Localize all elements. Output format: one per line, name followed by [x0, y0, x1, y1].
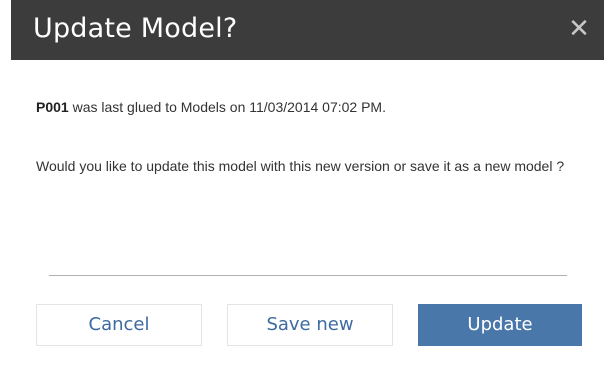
update-model-dialog: Update Model? ✕ P001 was last glued to M… [0, 0, 604, 379]
dialog-title: Update Model? [33, 13, 238, 44]
save-new-button[interactable]: Save new [227, 304, 393, 346]
last-glued-message: P001 was last glued to Models on 11/03/2… [36, 98, 386, 116]
model-id: P001 [36, 99, 69, 115]
close-icon[interactable]: ✕ [564, 14, 594, 44]
update-question-text: Would you like to update this model with… [36, 158, 565, 174]
last-glued-text: was last glued to Models on 11/03/2014 0… [68, 99, 386, 115]
update-button[interactable]: Update [418, 304, 582, 346]
dialog-titlebar: Update Model? ✕ [11, 0, 604, 60]
divider [49, 275, 567, 276]
cancel-button[interactable]: Cancel [36, 304, 202, 346]
